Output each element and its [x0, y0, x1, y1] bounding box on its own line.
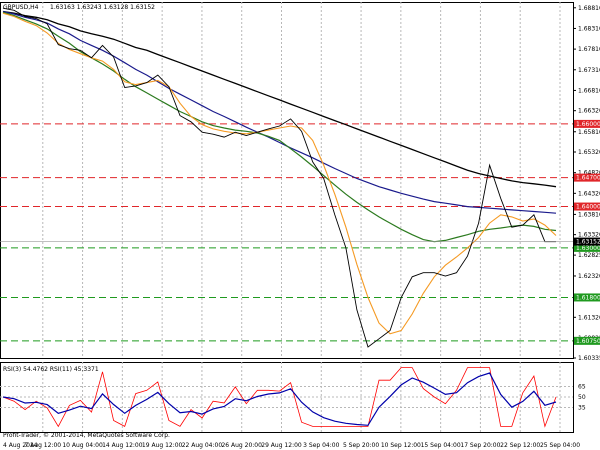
- x-tick-label: 22 Aug 04:00: [182, 442, 223, 449]
- copyright-label: Profit-Trader, © 2001-2014, MetaQuotes S…: [3, 432, 170, 439]
- y-tick-label: 1.62825: [578, 252, 600, 259]
- x-tick-label: 7 Aug 12:00: [24, 442, 61, 449]
- y-tick-label: 1.60335: [578, 355, 600, 362]
- y-tick-label: 1.66810: [578, 87, 600, 94]
- chart-window[interactable]: 4 Aug 20147 Aug 12:00 10 Aug 04:00 14 Aug …: [0, 0, 600, 450]
- x-tick-label: 19 Aug 12:00: [142, 442, 183, 449]
- support-price-label: 1.63000: [576, 245, 600, 252]
- support-price-label: 1.60750: [576, 338, 600, 345]
- rsi-level-label: 65: [578, 384, 586, 391]
- chart-ohlc-label: 1.63163 1.63243 1.63128 1.63152: [50, 4, 155, 11]
- rsi-level-label: 35: [578, 405, 586, 412]
- support-price-label: 1.61800: [576, 294, 600, 301]
- y-tick-label: 1.61320: [578, 314, 600, 321]
- x-tick-label: 29 Aug 12:00: [261, 442, 302, 449]
- x-tick-label: 15 Sep 04:00: [421, 442, 461, 449]
- y-tick-label: 1.65810: [578, 129, 600, 136]
- x-tick-label: 22 Sep 12:00: [500, 442, 540, 449]
- x-tick-label: 10 Aug 04:00: [62, 442, 103, 449]
- y-tick-label: 1.65320: [578, 149, 600, 156]
- y-tick-label: 1.68810: [578, 5, 600, 12]
- x-tick-label: 14 Aug 12:00: [102, 442, 143, 449]
- current-price-label: 1.63152: [576, 239, 600, 246]
- y-tick-label: 1.64320: [578, 190, 600, 197]
- y-tick-label: 1.67810: [578, 46, 600, 53]
- y-tick-label: 1.68310: [578, 25, 600, 32]
- resistance-price-label: 1.64700: [576, 175, 600, 182]
- x-tick-label: 3 Sep 04:00: [303, 442, 339, 449]
- x-tick-label: 25 Sep 04:00: [540, 442, 580, 449]
- rsi-header-label: RSI(3) 54.4762 RSI(11) 45.3371: [3, 366, 99, 373]
- resistance-price-label: 1.64000: [576, 204, 600, 211]
- y-tick-label: 1.67310: [578, 67, 600, 74]
- y-tick-label: 1.66320: [578, 108, 600, 115]
- y-tick-label: 1.62320: [578, 273, 600, 280]
- x-tick-label: 5 Sep 20:00: [343, 442, 379, 449]
- x-tick-label: 26 Aug 20:00: [221, 442, 262, 449]
- x-tick-label: 10 Sep 12:00: [381, 442, 421, 449]
- chart-symbol-label: GBPUSD,H4: [3, 4, 39, 11]
- resistance-price-label: 1.66000: [576, 121, 600, 128]
- x-tick-label: 17 Sep 20:00: [460, 442, 500, 449]
- rsi-level-label: 50: [578, 394, 586, 401]
- y-tick-label: 1.63810: [578, 211, 600, 218]
